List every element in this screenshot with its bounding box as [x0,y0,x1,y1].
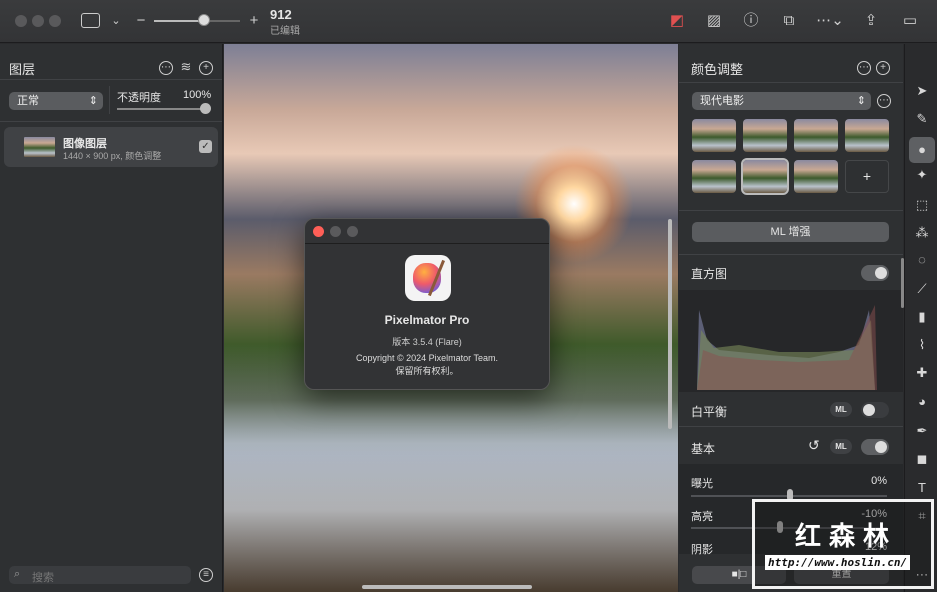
color-adjust-tool-icon[interactable]: ● [909,137,935,163]
histogram-graph [697,305,877,390]
blend-mode-value: 正常 [17,95,39,107]
sidebar-toggle-icon[interactable] [81,13,100,28]
white-balance-label: 白平衡 [691,405,728,419]
preset-thumbnail[interactable] [845,119,889,152]
exposure-value: 0% [871,475,887,487]
shadows-label: 阴影 [691,544,713,556]
preset-value: 现代电影 [700,95,744,107]
document-status: 已编辑 [270,26,300,37]
app-version: 版本 3.5.4 (Flare) [392,337,462,347]
white-balance-ml-button[interactable]: ML [830,402,852,417]
about-dialog: Pixelmator Pro 版本 3.5.4 (Flare) Copyrigh… [304,218,550,390]
layers-panel: 图层 ⋯ ≋ + 正常 ⇕ 不透明度 100% 图像图层 1440 × 900 p… [0,44,223,592]
preset-thumbnail-selected[interactable] [741,158,789,195]
preset-thumbnail[interactable] [743,119,787,152]
add-icon[interactable]: + [199,61,213,75]
retouch-tool-icon[interactable]: ⌇ [913,336,931,354]
basic-ml-button[interactable]: ML [830,439,852,454]
layers-title: 图层 [9,62,36,77]
histogram [679,290,903,392]
dialog-close-button[interactable] [313,226,324,237]
more-icon[interactable]: ⋯⌄ [816,11,844,31]
dialog-minimize-button[interactable] [330,226,341,237]
paint-tool-icon[interactable]: ⟋ [913,280,931,298]
add-preset-button[interactable]: + [845,160,889,193]
histogram-label: 直方图 [691,267,728,281]
updown-icon: ⇕ [88,95,98,107]
rotate-icon[interactable]: ⧉ [779,11,799,31]
copyright: Copyright © 2024 Pixelmator Team. [355,353,499,363]
layer-row[interactable]: 图像图层 1440 × 900 px, 颜色调整 ✓ [4,127,218,167]
rights: 保留所有权利。 [395,366,459,376]
watermark-text: 红森林 [795,521,898,551]
histogram-toggle[interactable] [861,265,889,281]
info-icon[interactable]: ⓘ [741,11,761,31]
blend-mode-select[interactable]: 正常 ⇕ [9,92,103,110]
minimize-button[interactable] [32,15,44,27]
color-select-tool-icon[interactable]: ◌ [913,251,931,269]
layer-info: 1440 × 900 px, 颜色调整 [63,151,162,161]
close-button[interactable] [15,15,27,27]
preset-thumbnail[interactable] [692,160,736,193]
layers-stack-icon[interactable]: ≋ [176,57,196,77]
chevron-down-icon[interactable]: ⌄ [106,11,126,31]
canvas-scrollbar-vertical[interactable] [668,219,672,429]
erase-tool-icon[interactable]: ▮ [913,308,931,326]
shapes-tool-icon[interactable]: ◼ [913,450,931,468]
add-icon[interactable]: + [876,61,890,75]
updown-icon: ⇕ [856,95,866,107]
zoom-slider[interactable] [154,20,240,22]
selection-tool-icon[interactable]: ⬚ [913,196,931,214]
preset-more-icon[interactable]: ⋯ [877,94,891,108]
more-icon[interactable]: ⋯ [857,61,871,75]
arrange-tool-icon[interactable]: ➤ [913,82,931,100]
toolbar: ⌄ − + 912 已编辑 ◩ ▨ ⓘ ⧉ ⋯⌄ ⇪ ▭ [0,0,937,43]
color-swap-icon[interactable]: ◩ [667,11,687,31]
zoom-slider-knob[interactable] [198,14,210,26]
watermark-url: http://www.hoslin.cn/ [765,555,911,570]
layer-visibility-checkbox[interactable]: ✓ [199,140,212,153]
zoom-out-button[interactable]: − [131,11,151,31]
opacity-label: 不透明度 [117,92,161,104]
preset-thumbnail[interactable] [794,119,838,152]
effects-tool-icon[interactable]: ✦ [913,166,931,184]
style-tool-icon[interactable]: ✎ [913,110,931,128]
preset-thumbnail[interactable] [692,119,736,152]
layer-search-input[interactable]: ⌕ 搜索 [9,566,191,584]
share-icon[interactable]: ⇪ [861,11,881,31]
pixelmator-app-icon [405,255,451,301]
app-name: Pixelmator Pro [384,313,470,327]
distort-tool-icon[interactable]: ◕ [913,393,931,411]
zoom-button[interactable] [49,15,61,27]
zoom-in-button[interactable]: + [244,11,264,31]
image-icon[interactable]: ▨ [704,11,724,31]
search-placeholder: 搜索 [32,572,54,584]
filter-icon[interactable]: ≡ [199,568,213,582]
adjust-title: 颜色调整 [691,62,744,77]
layer-thumbnail [24,137,55,157]
basic-toggle[interactable] [861,439,889,455]
dialog-zoom-button[interactable] [347,226,358,237]
watermark: 红森林 http://www.hoslin.cn/ [752,499,934,589]
type-tool-icon[interactable]: T [913,479,931,497]
ml-enhance-button[interactable]: ML 增强 [692,222,889,242]
canvas-scrollbar-horizontal[interactable] [362,585,532,589]
more-icon[interactable]: ⋯ [159,61,173,75]
opacity-slider[interactable] [117,108,205,110]
inspector-toggle-icon[interactable]: ▭ [900,11,920,31]
opacity-knob[interactable] [200,103,211,114]
magic-select-tool-icon[interactable]: ⁂ [913,224,931,242]
opacity-value: 100% [183,89,212,101]
reset-icon[interactable]: ↺ [808,437,820,454]
preset-select[interactable]: 现代电影 ⇕ [692,92,871,110]
pen-tool-icon[interactable]: ✒ [913,422,931,440]
white-balance-toggle[interactable] [861,402,889,418]
exposure-label: 曝光 [691,478,713,490]
bandage-tool-icon[interactable]: ✚ [913,364,931,382]
document-title: 912 [270,7,292,22]
highlights-label: 高亮 [691,511,713,523]
basic-label: 基本 [691,442,716,456]
search-icon: ⌕ [14,568,21,580]
preset-thumbnail[interactable] [794,160,838,193]
